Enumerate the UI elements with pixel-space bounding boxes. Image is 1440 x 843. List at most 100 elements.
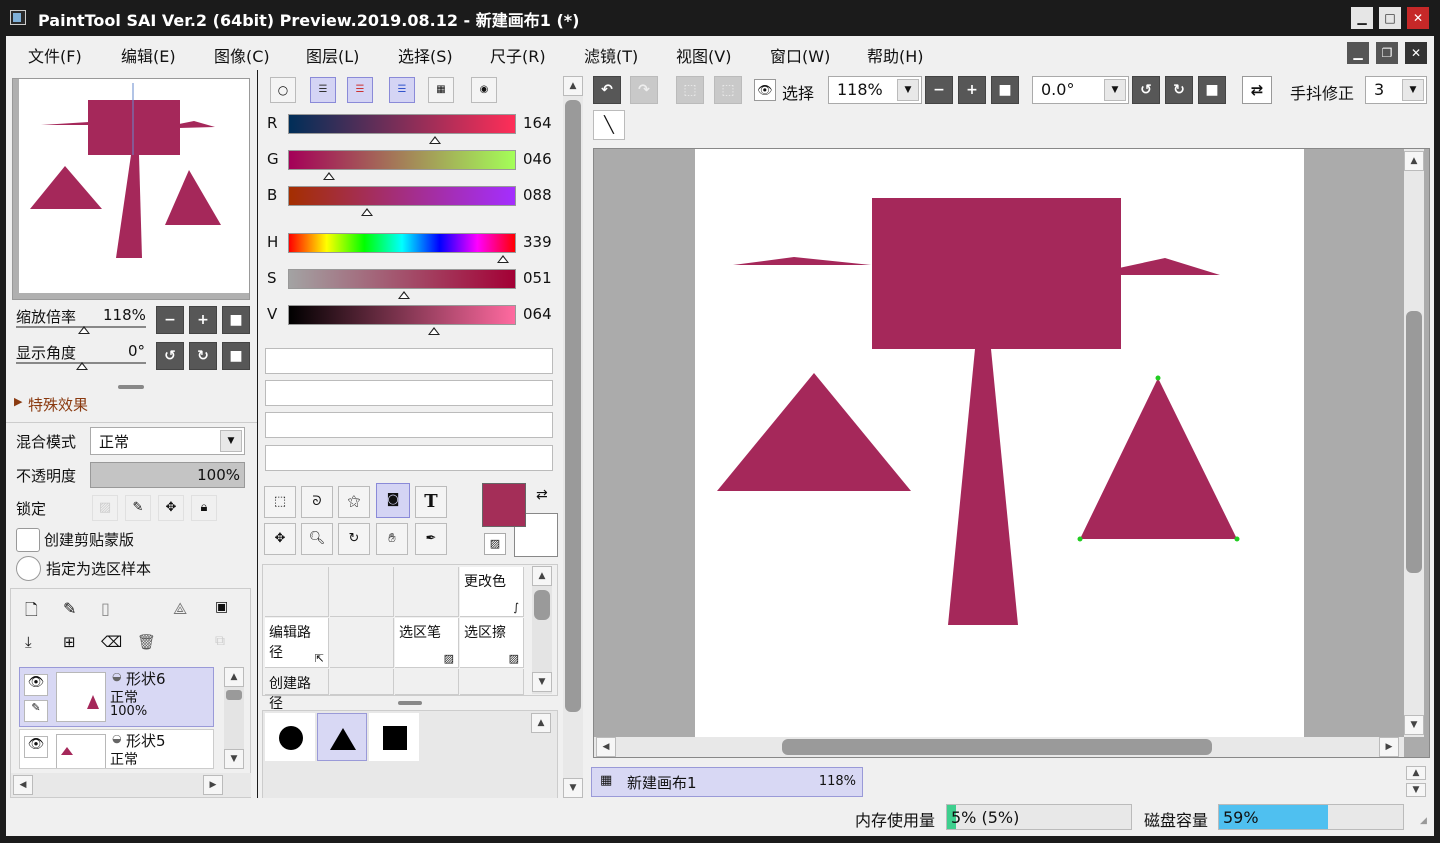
scroll-left-icon[interactable]: ◀ [596, 737, 616, 757]
custom-slider[interactable] [265, 445, 553, 471]
anchor-point[interactable] [1234, 536, 1240, 542]
menu-ruler[interactable]: 尺子(R) [490, 43, 546, 67]
scroll-down-icon[interactable]: ▼ [563, 778, 583, 798]
deselect-icon[interactable]: ⬚ [676, 76, 704, 104]
zoom-in-button[interactable]: + [189, 306, 217, 334]
scroll-up-icon[interactable]: ▲ [563, 76, 583, 96]
eyedropper-icon[interactable]: ✒ [415, 523, 447, 555]
layer-row[interactable]: 👁︎ ◒ 形状5 正常 [19, 729, 214, 769]
scroll-thumb[interactable] [534, 590, 550, 620]
color-slider-handle[interactable] [398, 291, 411, 299]
invert-select-icon[interactable]: ⬚ [714, 76, 742, 104]
color-slider-handle[interactable] [496, 255, 509, 263]
canvas-tab[interactable]: ▦ 新建画布1 118% [591, 767, 863, 797]
scroll-right-icon[interactable]: ▶ [203, 775, 223, 795]
panel-grip[interactable] [398, 701, 422, 705]
rotate-left-button[interactable]: ↺ [156, 342, 184, 370]
zoom-in-button[interactable]: + [958, 76, 986, 104]
canvas[interactable] [695, 149, 1304, 737]
menu-layer[interactable]: 图层(L) [306, 43, 359, 67]
sample-radio[interactable] [16, 556, 41, 581]
scroll-up-icon[interactable]: ▲ [224, 667, 244, 687]
blend-mode-dropdown[interactable]: 正常 ▼ [90, 427, 245, 455]
clear-layer-icon[interactable]: ⌫ [101, 633, 122, 651]
tool-slot-empty[interactable] [330, 618, 394, 668]
text-tool-icon[interactable]: T [415, 486, 447, 518]
zoom-out-button[interactable]: − [925, 76, 953, 104]
circle-shape-icon[interactable] [265, 713, 315, 761]
menu-window[interactable]: 窗口(W) [770, 43, 830, 67]
resize-grip-icon[interactable]: ◢ [1420, 816, 1427, 826]
color-slider-handle[interactable] [323, 172, 336, 180]
menu-filter[interactable]: 滤镜(T) [584, 43, 638, 67]
scratchpad-icon[interactable]: ◉ [471, 77, 497, 103]
scroll-thumb[interactable] [1406, 311, 1422, 573]
square-shape-icon[interactable] [369, 713, 419, 761]
scroll-up-icon[interactable]: ▲ [1406, 766, 1426, 780]
scroll-up-icon[interactable]: ▲ [532, 566, 552, 586]
canvas-viewport[interactable]: ▲ ▼ ◀ ▶ [593, 148, 1430, 758]
zoom-out-button[interactable]: − [156, 306, 184, 334]
doc-restore-button[interactable]: ❐ [1376, 42, 1398, 64]
hsv-slider-icon[interactable]: ☰ [347, 77, 373, 103]
triangle-shape-icon[interactable] [317, 713, 367, 761]
scroll-up-icon[interactable]: ▲ [531, 713, 551, 733]
tool-create-path[interactable]: 创建路径 [265, 669, 329, 712]
new-linework-layer-icon[interactable]: ✎ [63, 599, 76, 618]
tool-scrollbar[interactable]: ▲ ▼ [532, 566, 552, 694]
rotate-right-button[interactable]: ↻ [1165, 76, 1193, 104]
zoom-reset-button[interactable]: ■ [991, 76, 1019, 104]
swap-colors-icon[interactable]: ⇄ [536, 487, 548, 503]
doc-close-button[interactable]: ✕ [1405, 42, 1427, 64]
shape-tool-icon[interactable]: ◙ [376, 483, 410, 518]
menu-select[interactable]: 选择(S) [398, 43, 453, 67]
hand-tool-icon[interactable]: ✋︎ [376, 523, 408, 555]
menu-file[interactable]: 文件(F) [28, 43, 82, 67]
color-slider-track[interactable] [288, 233, 516, 253]
custom-slider[interactable] [265, 348, 553, 374]
custom-slider[interactable] [265, 380, 553, 406]
eye-icon[interactable]: 👁︎ [24, 674, 48, 696]
mid-panel-scrollbar[interactable]: ▲ ▼ [563, 76, 583, 798]
anchor-point[interactable] [1155, 375, 1161, 381]
angle-dropdown[interactable]: 0.0° ▼ [1032, 76, 1129, 104]
scroll-thumb[interactable] [782, 739, 1212, 755]
scroll-up-icon[interactable]: ▲ [1404, 151, 1424, 171]
lock-all-icon[interactable]: 🔒︎ [191, 495, 217, 521]
close-button[interactable]: ✕ [1407, 7, 1429, 29]
clip-checkbox[interactable] [16, 528, 40, 552]
lock-paint-icon[interactable]: ✎ [125, 495, 151, 521]
tool-slot-empty[interactable] [460, 669, 524, 695]
color-slider-track[interactable] [288, 269, 516, 289]
color-slider-handle[interactable] [428, 136, 441, 144]
flip-horizontal-icon[interactable]: ⇄ [1242, 76, 1272, 104]
eye-icon[interactable]: 👁︎ [24, 736, 48, 758]
tool-edit-path[interactable]: 编辑路径 ⇱ [265, 618, 329, 668]
tool-slot-empty[interactable] [330, 567, 394, 617]
undo-icon[interactable]: ↶ [593, 76, 621, 104]
transparent-color-icon[interactable]: ▨ [484, 533, 506, 555]
lock-transparency-icon[interactable]: ▨ [92, 495, 118, 521]
pencil-icon[interactable]: ✎ [24, 700, 48, 722]
rotate-reset-button[interactable]: ■ [1198, 76, 1226, 104]
scroll-thumb[interactable] [226, 690, 242, 700]
rotate-tool-icon[interactable]: ↻ [338, 523, 370, 555]
rotate-left-button[interactable]: ↺ [1132, 76, 1160, 104]
minimize-button[interactable]: ▁ [1351, 7, 1373, 29]
scroll-down-icon[interactable]: ▼ [532, 672, 552, 692]
mask-icon[interactable]: ⟁ [173, 599, 187, 619]
scroll-down-icon[interactable]: ▼ [1404, 715, 1424, 735]
angle-slider-handle[interactable] [76, 362, 88, 370]
lasso-icon[interactable]: ᘐ [301, 486, 333, 518]
anchor-point[interactable] [1077, 536, 1083, 542]
rotate-right-button[interactable]: ↻ [189, 342, 217, 370]
navigator-preview[interactable] [12, 78, 250, 300]
canvas-hscrollbar[interactable]: ◀ ▶ [594, 737, 1404, 757]
layer-hscrollbar[interactable]: ◀ ▶ [11, 773, 251, 797]
mixer-icon[interactable]: ☰ [389, 77, 415, 103]
color-slider-track[interactable] [288, 305, 516, 325]
color-slider-handle[interactable] [427, 327, 440, 335]
redo-icon[interactable]: ↷ [630, 76, 658, 104]
menu-view[interactable]: 视图(V) [676, 43, 731, 67]
tool-select-eraser[interactable]: 选区擦 ▨ [460, 618, 524, 668]
